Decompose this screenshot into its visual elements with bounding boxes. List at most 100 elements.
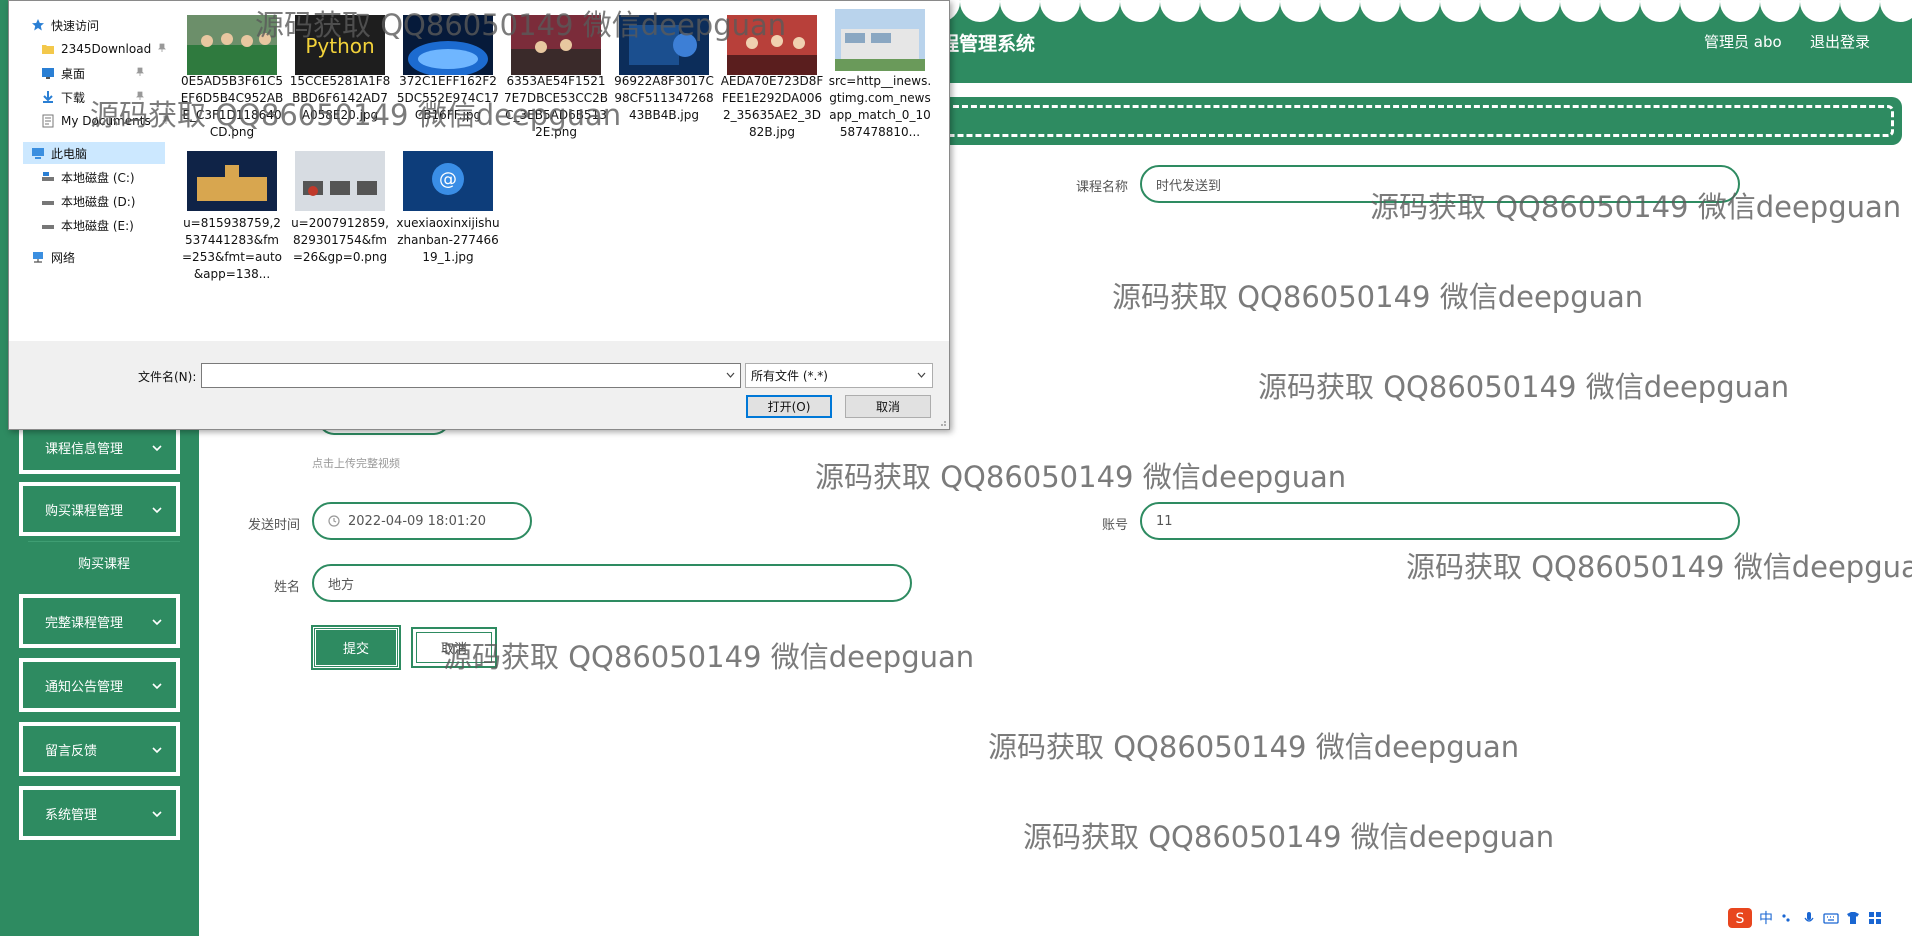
nav-quick-access[interactable]: 快速访问 bbox=[31, 14, 99, 36]
chevron-down-icon bbox=[152, 747, 162, 754]
file-open-dialog: 快速访问 2345Download 桌面 下载 My Documents 此电脑… bbox=[8, 0, 950, 430]
scallop bbox=[1680, 0, 1720, 22]
watermark: 源码获取 QQ86050149 微信deepguan bbox=[1112, 280, 1644, 314]
ime-mode[interactable]: 中 bbox=[1759, 908, 1773, 928]
logout-link[interactable]: 退出登录 bbox=[1810, 31, 1870, 52]
scallop bbox=[1000, 0, 1040, 22]
scallop bbox=[1560, 0, 1600, 22]
scallop bbox=[1600, 0, 1640, 22]
file-name: 372C1EFF162F25DC552E974C17CB16FF.jpg bbox=[396, 74, 500, 122]
nav-this-pc[interactable]: 此电脑 bbox=[23, 142, 165, 164]
sidebar-item-label: 完整课程管理 bbox=[45, 615, 124, 631]
scallop bbox=[1360, 0, 1400, 22]
svg-text:Python: Python bbox=[305, 34, 374, 58]
image-thumbnail bbox=[403, 15, 493, 75]
nav-2345download[interactable]: 2345Download bbox=[41, 38, 167, 60]
nav-downloads[interactable]: 下载 bbox=[41, 86, 144, 108]
nav-label: 本地磁盘 (E:) bbox=[61, 218, 134, 233]
nav-desktop[interactable]: 桌面 bbox=[41, 62, 144, 84]
chevron-down-icon[interactable] bbox=[726, 372, 735, 379]
nav-my-documents[interactable]: My Documents bbox=[41, 110, 170, 132]
document-icon bbox=[42, 114, 54, 128]
nav-label: 下载 bbox=[61, 90, 86, 105]
sidebar-item-purchase-course[interactable]: 购买课程管理 bbox=[19, 482, 180, 536]
nav-network[interactable]: 网络 bbox=[31, 246, 75, 268]
nav-drive-d[interactable]: 本地磁盘 (D:) bbox=[41, 190, 135, 212]
scallop bbox=[1480, 0, 1520, 22]
watermark: 源码获取 QQ86050149 微信deepguan bbox=[443, 640, 975, 674]
file-name: u=815938759,2537441283&fm=253&fmt=auto&a… bbox=[182, 216, 282, 281]
network-icon bbox=[33, 252, 43, 263]
sidebar-item-label: 通知公告管理 bbox=[45, 679, 124, 695]
name-input[interactable]: 地方 bbox=[312, 564, 912, 602]
drive-icon bbox=[42, 201, 54, 205]
upload-hint: 点击上传完整视频 bbox=[312, 457, 400, 470]
name-label: 姓名 bbox=[273, 580, 300, 595]
filename-label: 文件名(N): bbox=[138, 370, 197, 384]
sidebar-item-label: 系统管理 bbox=[45, 807, 98, 823]
file-name: 0E5AD5B3F61C5EF6D5B4C952ABE_C3F1D118640C… bbox=[180, 74, 284, 139]
chevron-down-icon bbox=[917, 372, 926, 378]
file-name: AEDA70E723D8FFEE1E292DA0062_35635AE2_3D8… bbox=[720, 74, 824, 139]
skin-icon[interactable] bbox=[1845, 910, 1861, 926]
sidebar-subitem-buy-course[interactable]: 购买课程 bbox=[28, 541, 180, 583]
drive-icon bbox=[42, 225, 54, 229]
scallop bbox=[1640, 0, 1680, 22]
scallop bbox=[1520, 0, 1560, 22]
resize-grip-icon[interactable] bbox=[937, 417, 947, 427]
pin-icon bbox=[136, 91, 144, 100]
scallop bbox=[1440, 0, 1480, 22]
send-time-picker[interactable]: 2022-04-09 18:01:20 bbox=[312, 502, 532, 540]
svg-text:@: @ bbox=[439, 169, 457, 190]
image-thumbnail: @ bbox=[403, 151, 493, 211]
nav-label: 2345Download bbox=[61, 42, 152, 56]
nav-label: 快速访问 bbox=[51, 18, 100, 33]
dialog-cancel-button[interactable]: 取消 bbox=[845, 395, 931, 418]
nav-drive-e[interactable]: 本地磁盘 (E:) bbox=[41, 214, 134, 236]
watermark: 源码获取 QQ86050149 微信deepguan bbox=[815, 460, 1347, 494]
open-button[interactable]: 打开(O) bbox=[746, 395, 832, 418]
watermark: 源码获取 QQ86050149 微信deepguan bbox=[1258, 370, 1790, 404]
system-tray: S 中 bbox=[1727, 906, 1883, 930]
scallop bbox=[1800, 0, 1840, 22]
sidebar-item-system[interactable]: 系统管理 bbox=[19, 786, 180, 840]
watermark: 源码获取 QQ86050149 微信deepguan bbox=[988, 730, 1520, 764]
scallop bbox=[1160, 0, 1200, 22]
sogou-ime-icon[interactable]: S bbox=[1727, 907, 1753, 929]
image-thumbnail bbox=[727, 15, 817, 75]
scallop bbox=[1120, 0, 1160, 22]
keyboard-icon[interactable] bbox=[1823, 910, 1839, 926]
course-name-input[interactable]: 时代发送到 bbox=[1140, 165, 1740, 203]
scallop bbox=[1280, 0, 1320, 22]
scallop bbox=[1080, 0, 1120, 22]
sidebar-item-feedback[interactable]: 留言反馈 bbox=[19, 722, 180, 776]
watermark: 源码获取 QQ86050149 微信deepguan bbox=[1406, 550, 1912, 584]
sidebar-item-label: 课程信息管理 bbox=[45, 441, 124, 457]
file-name: 6353AE54F15217E7DBCE53CC2BC_3EB5AD6B5132… bbox=[504, 74, 608, 139]
nav-drive-c[interactable]: 本地磁盘 (C:) bbox=[41, 166, 135, 188]
scallop bbox=[1760, 0, 1800, 22]
image-thumbnail bbox=[187, 15, 277, 75]
sidebar-item-full-course[interactable]: 完整课程管理 bbox=[19, 594, 180, 648]
nav-label: My Documents bbox=[61, 114, 151, 128]
toolbox-icon[interactable] bbox=[1867, 910, 1883, 926]
chevron-down-icon bbox=[152, 683, 162, 690]
file-type-select[interactable]: 所有文件 (*.*) bbox=[745, 363, 933, 388]
name-value: 地方 bbox=[328, 577, 355, 593]
submit-button[interactable]: 提交 bbox=[311, 625, 401, 670]
screen: 程管理系统 管理员 abo 退出登录 课程信息管理 购买课程管理 购买课程 完整… bbox=[0, 0, 1912, 936]
dialog-nav-pane: 快速访问 2345Download 桌面 下载 My Documents 此电脑… bbox=[9, 1, 171, 341]
pin-icon bbox=[161, 115, 170, 124]
current-user: 管理员 abo bbox=[1704, 33, 1782, 51]
chevron-down-icon bbox=[152, 507, 162, 514]
course-name-value: 时代发送到 bbox=[1156, 178, 1222, 194]
scallop bbox=[1040, 0, 1080, 22]
sidebar-item-notice[interactable]: 通知公告管理 bbox=[19, 658, 180, 712]
filename-input[interactable] bbox=[201, 363, 741, 388]
cancel-button[interactable]: 取消 bbox=[411, 627, 497, 668]
microphone-icon[interactable] bbox=[1801, 910, 1817, 926]
account-input[interactable]: 11 bbox=[1140, 502, 1740, 540]
punctuation-icon[interactable] bbox=[1779, 910, 1795, 926]
nav-label: 本地磁盘 (D:) bbox=[61, 194, 136, 209]
drive-icon bbox=[42, 172, 54, 181]
